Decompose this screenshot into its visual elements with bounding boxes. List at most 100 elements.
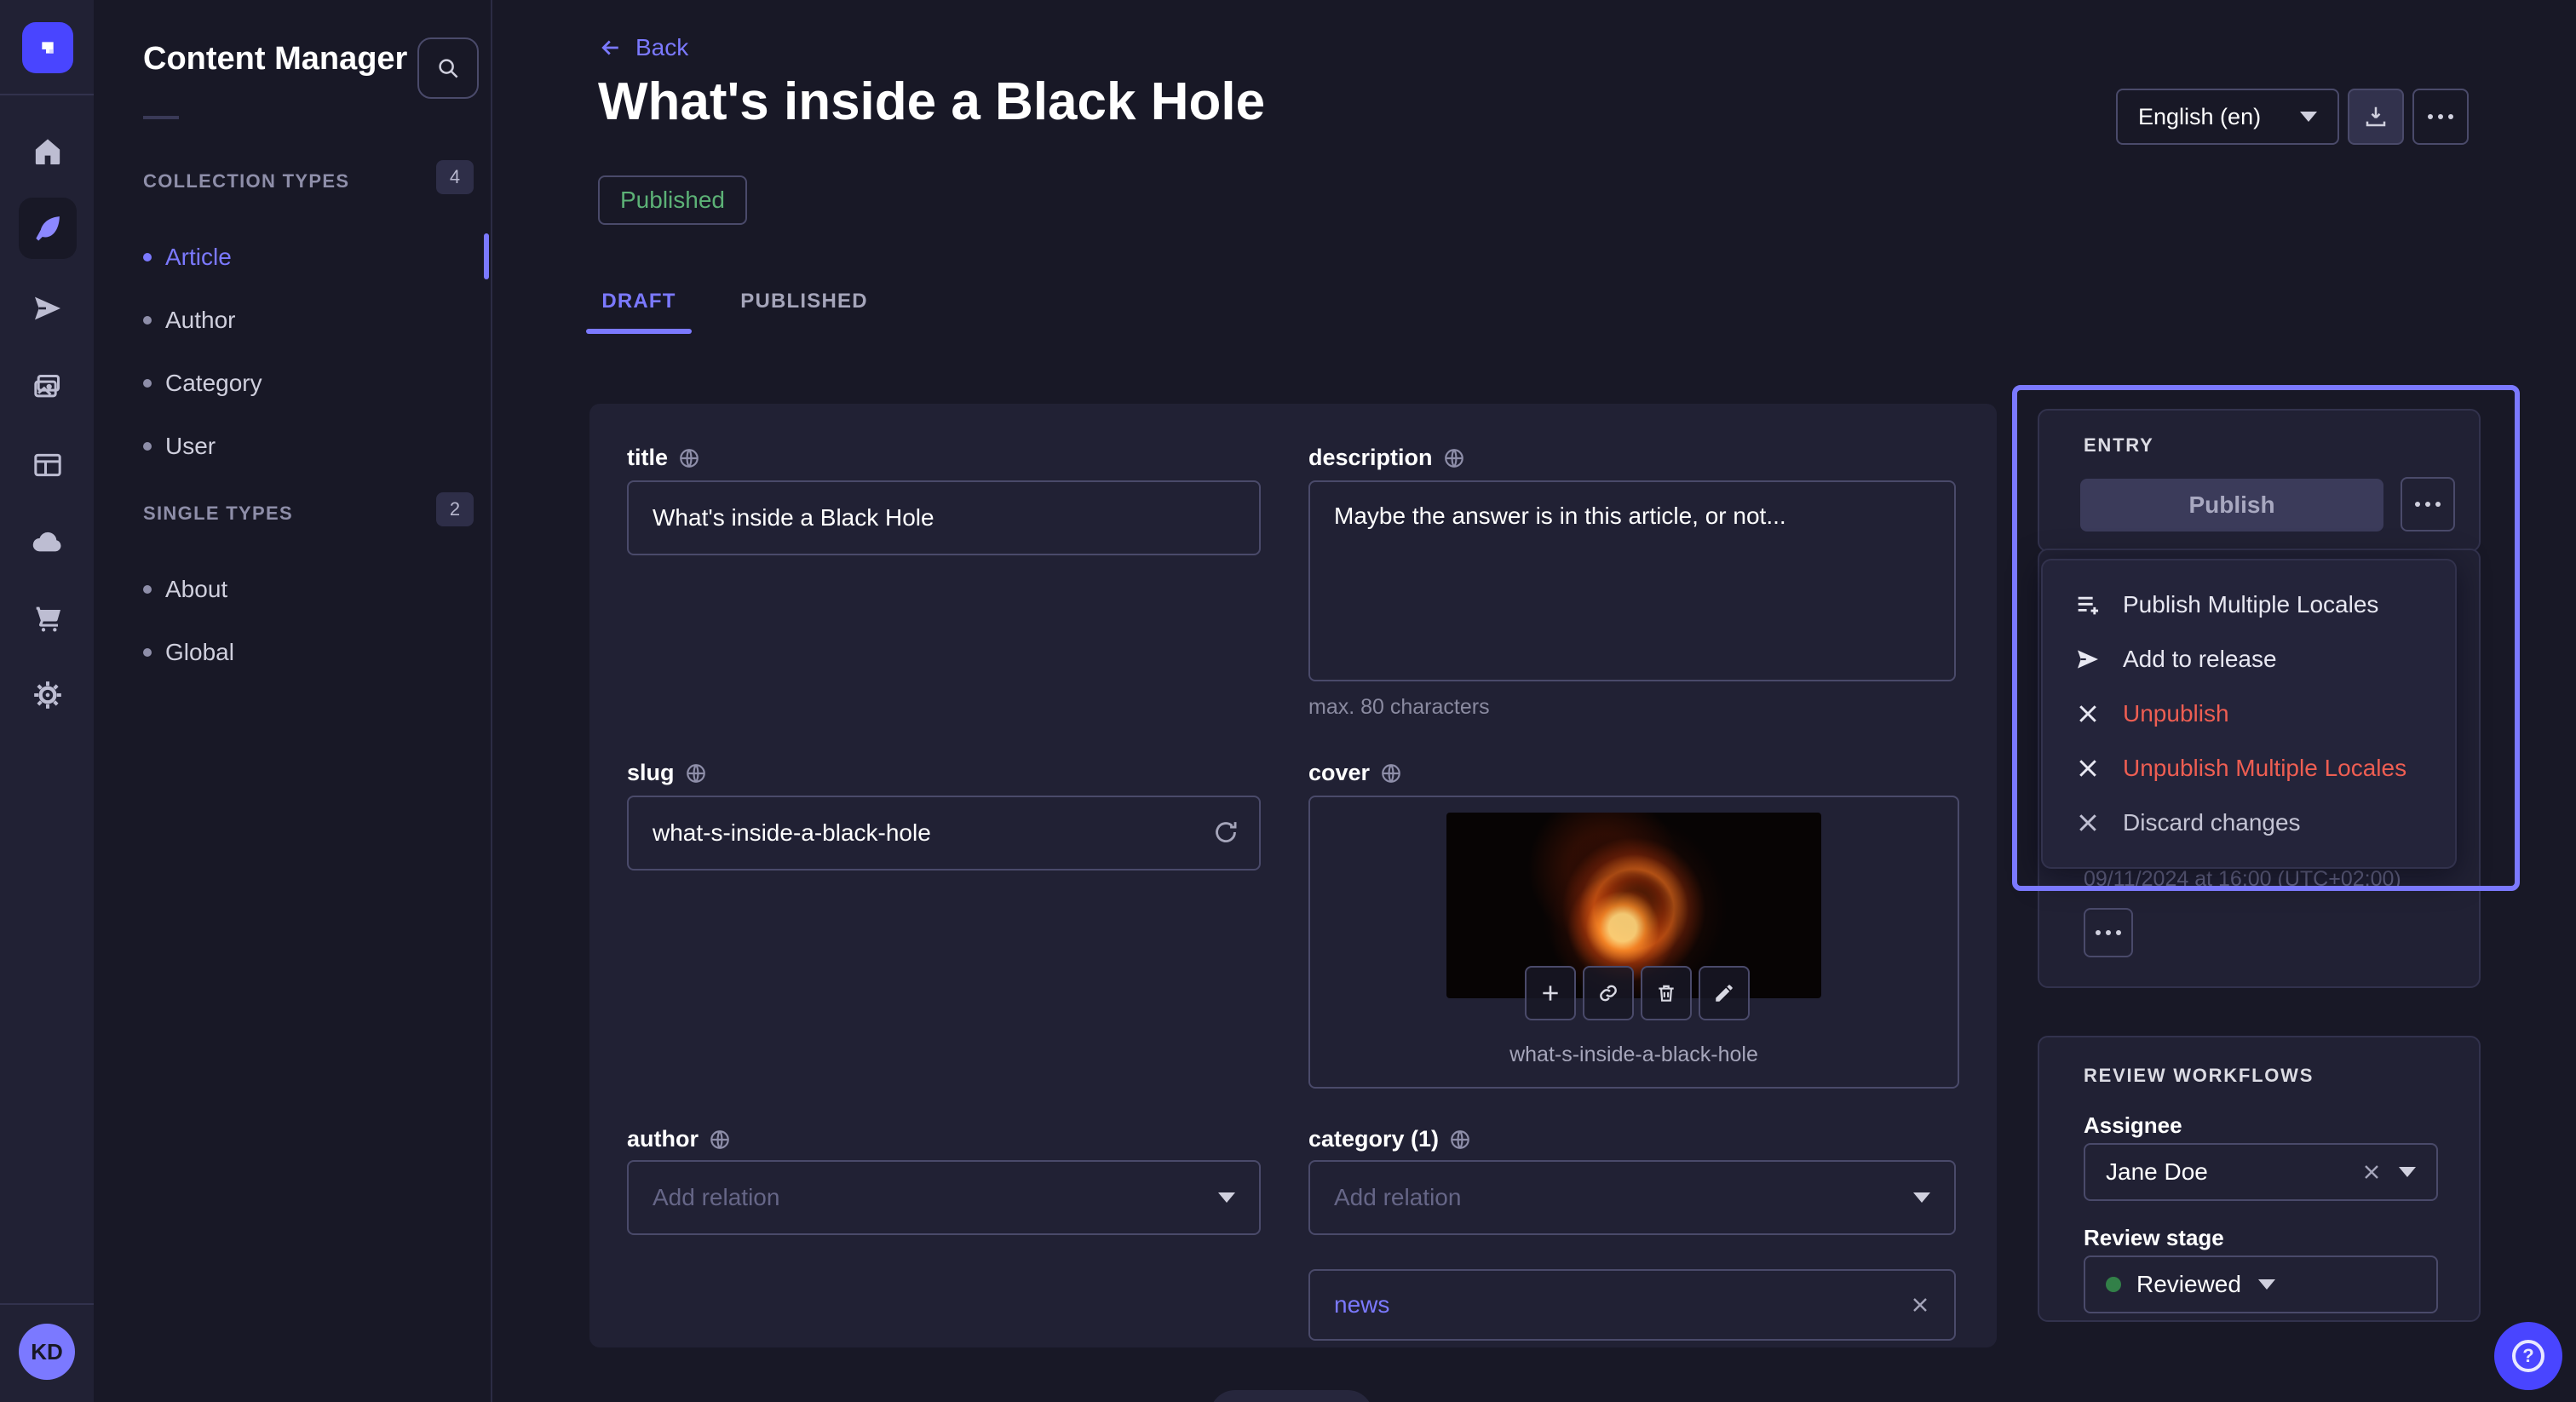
review-workflows-panel: REVIEW WORKFLOWS Assignee Jane Doe Revie…: [2038, 1036, 2481, 1322]
scheduled-date: 09/11/2024 at 16:00 (UTC+02:00): [2084, 867, 2401, 892]
media-library-icon[interactable]: [29, 368, 66, 405]
subnav-title: Content Manager: [143, 41, 407, 78]
releases-icon[interactable]: [29, 290, 66, 327]
back-label: Back: [635, 34, 688, 61]
sidebar-item-about[interactable]: About: [143, 571, 467, 608]
bullet-icon: [143, 253, 152, 261]
publish-button[interactable]: Publish: [2080, 479, 2383, 531]
sidebar-item-label: Global: [165, 639, 234, 666]
category-tag-news[interactable]: news: [1334, 1291, 1389, 1319]
category-placeholder: Add relation: [1334, 1184, 1461, 1211]
menu-item-unpublish-multiple-locales[interactable]: Unpublish Multiple Locales: [2043, 741, 2455, 796]
subnav-divider: [143, 116, 179, 119]
help-button[interactable]: ?: [2494, 1322, 2562, 1390]
settings-gear-icon[interactable]: [29, 676, 66, 714]
menu-item-unpublish[interactable]: Unpublish: [2043, 687, 2455, 741]
cross-icon: [2073, 756, 2102, 781]
cover-field-label: cover: [1308, 760, 1402, 786]
globe-icon: [1443, 447, 1465, 469]
menu-item-publish-multiple-locales[interactable]: Publish Multiple Locales: [2043, 577, 2455, 632]
menu-item-label: Discard changes: [2123, 809, 2301, 836]
sidebar-item-author[interactable]: Author: [143, 302, 467, 339]
globe-icon: [678, 447, 700, 469]
review-panel-heading: REVIEW WORKFLOWS: [2084, 1065, 2314, 1087]
sidebar-item-user[interactable]: User: [143, 428, 467, 465]
add-asset-button[interactable]: [1525, 966, 1576, 1020]
content-manager-app: KD Content Manager COLLECTION TYPES 4 Ar…: [0, 0, 2576, 1402]
title-field-label: title: [627, 445, 700, 471]
menu-item-discard-changes[interactable]: Discard changes: [2043, 796, 2455, 850]
globe-icon: [685, 762, 707, 784]
author-field-label: author: [627, 1126, 731, 1152]
header-more-button[interactable]: [2412, 89, 2469, 145]
export-button[interactable]: [2348, 89, 2404, 145]
menu-item-label: Add to release: [2123, 646, 2277, 673]
cross-icon: [2073, 701, 2102, 727]
cloud-icon[interactable]: [29, 523, 66, 560]
chevron-down-icon: [2399, 1167, 2416, 1177]
bullet-icon: [143, 585, 152, 594]
copy-link-button[interactable]: [1583, 966, 1634, 1020]
content-type-builder-icon[interactable]: [29, 446, 66, 484]
sidebar-item-category[interactable]: Category: [143, 365, 467, 402]
refresh-icon: [1211, 818, 1240, 847]
menu-item-add-to-release[interactable]: Add to release: [2043, 632, 2455, 687]
author-relation-select[interactable]: Add relation: [627, 1160, 1261, 1235]
review-stage-select[interactable]: Reviewed: [2084, 1255, 2438, 1313]
entry-more-button[interactable]: [2401, 477, 2455, 531]
trash-icon: [1655, 982, 1677, 1004]
bullet-icon: [143, 648, 152, 657]
globe-icon: [1449, 1129, 1471, 1151]
add-component-button[interactable]: [1210, 1390, 1373, 1402]
menu-item-label: Unpublish: [2123, 700, 2229, 727]
cover-filename: what-s-inside-a-black-hole: [1310, 1043, 1958, 1067]
sidebar-item-global[interactable]: Global: [143, 634, 467, 671]
delete-asset-button[interactable]: [1641, 966, 1692, 1020]
info-more-button[interactable]: [2084, 908, 2133, 957]
strapi-logo[interactable]: [22, 22, 73, 73]
menu-item-label: Unpublish Multiple Locales: [2123, 755, 2406, 782]
entry-actions-menu: Publish Multiple Locales Add to release …: [2041, 559, 2457, 869]
rail-bottom-divider: [0, 1303, 94, 1305]
rail-divider: [0, 94, 94, 95]
tab-published[interactable]: PUBLISHED: [722, 269, 886, 334]
description-textarea[interactable]: Maybe the answer is in this article, or …: [1308, 480, 1956, 681]
content-manager-nav-icon[interactable]: [19, 198, 77, 259]
user-avatar[interactable]: KD: [19, 1324, 75, 1380]
feather-icon: [31, 211, 65, 245]
edit-form-card: title description Maybe the answer is in…: [589, 404, 1997, 1347]
entry-panel-heading: ENTRY: [2084, 434, 2154, 457]
sidebar-item-article[interactable]: Article: [143, 238, 467, 276]
pencil-icon: [1713, 982, 1735, 1004]
strapi-logo-icon: [34, 34, 61, 61]
arrow-left-icon: [598, 35, 624, 60]
review-stage-label: Review stage: [2084, 1225, 2224, 1251]
clear-assignee-icon[interactable]: [2361, 1162, 2382, 1182]
assignee-label: Assignee: [2084, 1112, 2182, 1139]
field-label-text: author: [627, 1126, 699, 1152]
locale-select[interactable]: English (en): [2116, 89, 2339, 145]
sidebar-item-label: Author: [165, 307, 236, 334]
cover-actions: [1525, 966, 1750, 1020]
bullet-icon: [143, 379, 152, 388]
locale-selected-value: English (en): [2138, 104, 2261, 130]
marketplace-cart-icon[interactable]: [29, 600, 66, 637]
tab-draft[interactable]: DRAFT: [586, 269, 692, 334]
slug-input[interactable]: [627, 796, 1261, 871]
ellipsis-icon: [2415, 502, 2441, 507]
home-icon[interactable]: [29, 133, 66, 170]
category-relation-select[interactable]: Add relation: [1308, 1160, 1956, 1235]
search-button[interactable]: [417, 37, 479, 99]
assignee-select[interactable]: Jane Doe: [2084, 1143, 2438, 1201]
field-label-text: cover: [1308, 760, 1370, 786]
back-link[interactable]: Back: [598, 34, 688, 61]
field-label-text: description: [1308, 445, 1433, 471]
edit-asset-button[interactable]: [1699, 966, 1750, 1020]
chevron-down-icon: [1913, 1192, 1930, 1203]
remove-category-icon[interactable]: [1910, 1295, 1930, 1315]
regenerate-slug-button[interactable]: [1211, 818, 1240, 847]
title-input[interactable]: [627, 480, 1261, 555]
sidebar-item-label: Category: [165, 370, 262, 397]
ellipsis-icon: [2096, 930, 2121, 935]
menu-item-label: Publish Multiple Locales: [2123, 591, 2378, 618]
